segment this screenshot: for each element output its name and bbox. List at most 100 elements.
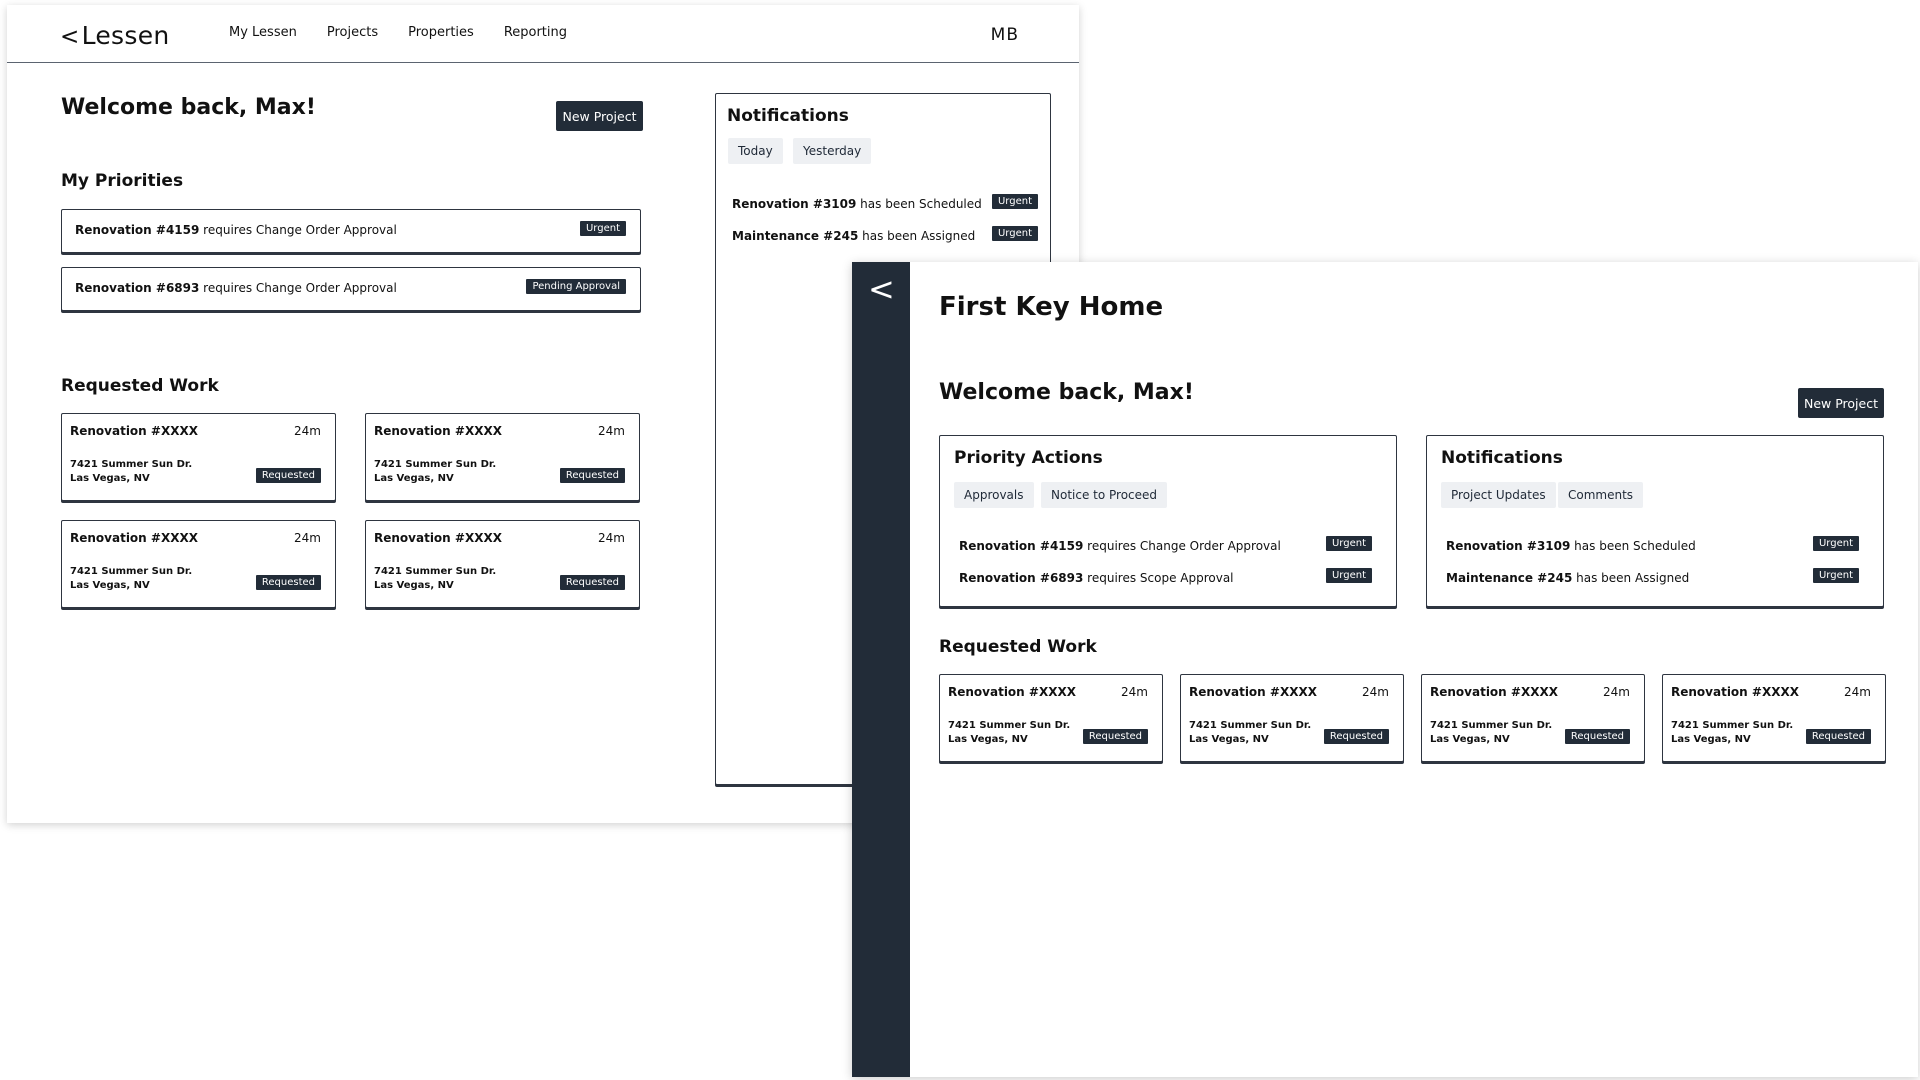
tab-notice-to-proceed[interactable]: Notice to Proceed [1041,482,1168,508]
status-badge: Urgent [1325,568,1372,583]
chevron-left-icon[interactable]: < [868,270,895,308]
priority-actions-panel: Priority Actions Approvals Notice to Pro… [939,435,1397,607]
nav-properties[interactable]: Properties [408,25,474,40]
nav-reporting[interactable]: Reporting [504,25,567,40]
card-address-line2: Las Vegas, NV [1189,734,1269,745]
status-badge: Urgent [1812,536,1859,551]
new-project-button[interactable]: New Project [1798,388,1884,418]
notification-desc: has been Scheduled [1570,539,1696,553]
card-address-line1: 7421 Summer Sun Dr. [374,566,497,577]
card-title: Renovation #XXXX [70,424,198,438]
card-time: 24m [294,424,321,438]
notification-id: Renovation #3109 [1446,539,1571,553]
status-badge: Urgent [1812,568,1859,583]
card-address-line1: 7421 Summer Sun Dr. [1430,720,1553,731]
logo-text: Lessen [81,21,170,50]
status-badge: Urgent [1325,536,1372,551]
priority-id: Renovation #4159 [959,539,1084,553]
welcome-heading: Welcome back, Max! [61,95,316,120]
notification-desc: has been Assigned [858,229,976,243]
requested-work-heading: Requested Work [61,376,219,396]
priority-text: Renovation #6893 requires Change Order A… [75,281,397,295]
notification-item[interactable]: Maintenance #245 has been Assigned [732,229,975,243]
priority-item[interactable]: Renovation #4159 requires Change Order A… [61,209,641,253]
welcome-heading: Welcome back, Max! [939,380,1194,405]
notifications-title: Notifications [1441,448,1563,468]
work-card[interactable]: Renovation #XXXX 24m 7421 Summer Sun Dr.… [1421,674,1645,762]
logo[interactable]: <Lessen [60,21,170,50]
notification-desc: has been Assigned [1572,571,1690,585]
work-card[interactable]: Renovation #XXXX 24m 7421 Summer Sun Dr.… [365,520,640,608]
card-address-line1: 7421 Summer Sun Dr. [70,566,193,577]
card-time: 24m [1121,685,1148,699]
work-card[interactable]: Renovation #XXXX 24m 7421 Summer Sun Dr.… [61,413,336,501]
status-badge: Urgent [991,226,1038,241]
notification-id: Maintenance #245 [732,229,859,243]
card-address-line1: 7421 Summer Sun Dr. [948,720,1071,731]
requested-work-heading: Requested Work [939,637,1097,657]
notification-item[interactable]: Renovation #3109 has been Scheduled [732,197,982,211]
card-address-line2: Las Vegas, NV [374,473,454,484]
notification-id: Maintenance #245 [1446,571,1573,585]
tab-comments[interactable]: Comments [1558,482,1644,508]
notification-desc: has been Scheduled [856,197,982,211]
card-title: Renovation #XXXX [374,424,502,438]
card-time: 24m [294,531,321,545]
card-title: Renovation #XXXX [1430,685,1558,699]
work-card[interactable]: Renovation #XXXX 24m 7421 Summer Sun Dr.… [61,520,336,608]
card-address-line1: 7421 Summer Sun Dr. [1189,720,1312,731]
card-address-line2: Las Vegas, NV [1430,734,1510,745]
nav-projects[interactable]: Projects [327,25,378,40]
status-badge: Requested [559,468,625,483]
card-time: 24m [598,424,625,438]
status-badge: Requested [1323,729,1389,744]
new-project-button[interactable]: New Project [556,101,643,131]
card-address-line1: 7421 Summer Sun Dr. [374,459,497,470]
priority-id: Renovation #4159 [75,223,200,237]
card-address-line1: 7421 Summer Sun Dr. [1671,720,1794,731]
priority-id: Renovation #6893 [959,571,1084,585]
page-title: First Key Home [939,292,1164,322]
tab-approvals[interactable]: Approvals [954,482,1034,508]
priorities-heading: My Priorities [61,171,184,191]
card-title: Renovation #XXXX [948,685,1076,699]
priority-item[interactable]: Renovation #4159 requires Change Order A… [959,539,1281,553]
work-card[interactable]: Renovation #XXXX 24m 7421 Summer Sun Dr.… [1180,674,1404,762]
status-badge: Urgent [579,221,626,236]
work-card[interactable]: Renovation #XXXX 24m 7421 Summer Sun Dr.… [939,674,1163,762]
card-time: 24m [1362,685,1389,699]
chevron-left-icon: < [60,24,80,50]
status-badge: Requested [1082,729,1148,744]
status-badge: Pending Approval [526,279,626,294]
notification-item[interactable]: Maintenance #245 has been Assigned [1446,571,1689,585]
work-card[interactable]: Renovation #XXXX 24m 7421 Summer Sun Dr.… [1662,674,1886,762]
card-address-line1: 7421 Summer Sun Dr. [70,459,193,470]
card-time: 24m [1603,685,1630,699]
card-title: Renovation #XXXX [1671,685,1799,699]
priority-item[interactable]: Renovation #6893 requires Change Order A… [61,267,641,311]
card-time: 24m [1844,685,1871,699]
priority-desc: requires Change Order Approval [199,223,397,237]
priority-actions-title: Priority Actions [954,448,1103,468]
notifications-title: Notifications [727,106,849,126]
card-address-line2: Las Vegas, NV [374,580,454,591]
notification-item[interactable]: Renovation #3109 has been Scheduled [1446,539,1696,553]
nav-links: My Lessen Projects Properties Reporting [229,25,597,40]
status-badge: Urgent [991,194,1038,209]
priority-desc: requires Scope Approval [1083,571,1234,585]
tab-project-updates[interactable]: Project Updates [1441,482,1556,508]
priority-item[interactable]: Renovation #6893 requires Scope Approval [959,571,1234,585]
top-navigation-bar: <Lessen My Lessen Projects Properties Re… [7,5,1079,63]
tab-today[interactable]: Today [728,138,783,164]
user-initials-avatar[interactable]: MB [991,25,1019,45]
card-title: Renovation #XXXX [1189,685,1317,699]
status-badge: Requested [1564,729,1630,744]
notifications-panel: Notifications Project Updates Comments R… [1426,435,1884,607]
card-address-line2: Las Vegas, NV [70,580,150,591]
card-title: Renovation #XXXX [374,531,502,545]
priority-desc: requires Change Order Approval [1083,539,1281,553]
work-card[interactable]: Renovation #XXXX 24m 7421 Summer Sun Dr.… [365,413,640,501]
nav-my-lessen[interactable]: My Lessen [229,25,297,40]
first-key-home-window: < First Key Home Welcome back, Max! New … [852,262,1918,1077]
tab-yesterday[interactable]: Yesterday [793,138,872,164]
